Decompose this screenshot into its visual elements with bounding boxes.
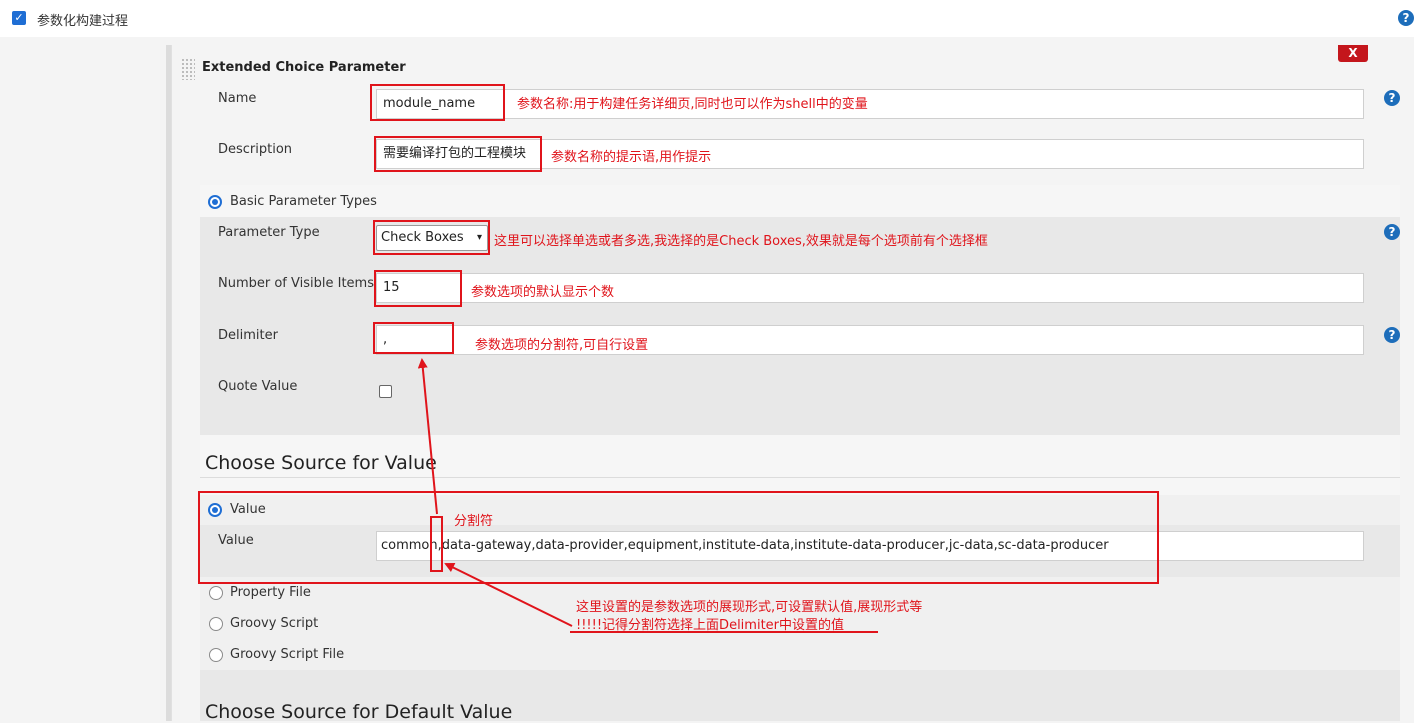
separator-arrow bbox=[444, 563, 573, 627]
delimiter-arrow bbox=[417, 358, 438, 515]
annotation-arrows bbox=[417, 358, 573, 627]
